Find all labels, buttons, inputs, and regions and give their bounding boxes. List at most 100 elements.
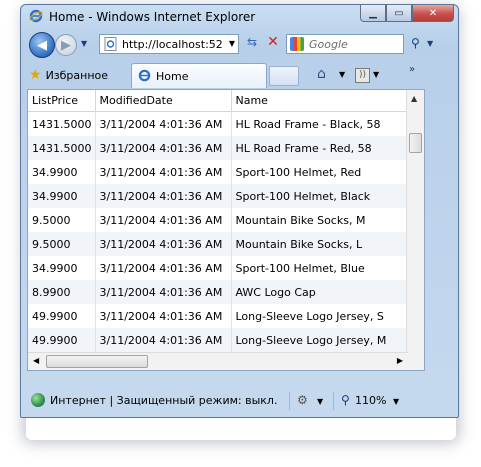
minimize-button[interactable]: ▁	[360, 5, 386, 22]
cell-modifieddate: 3/11/2004 4:01:36 AM	[95, 280, 232, 304]
tab-home[interactable]: Home	[131, 63, 267, 88]
table-row[interactable]: 8.9900 3/11/2004 4:01:36 AM AWC Logo Cap	[28, 280, 407, 304]
ie-tab-icon	[138, 69, 151, 82]
security-dropdown-icon[interactable]: ▼	[317, 397, 323, 406]
zoom-level[interactable]: 110%	[355, 394, 386, 407]
search-box[interactable]: Google	[286, 34, 404, 54]
scroll-up-icon[interactable]: ▲	[411, 94, 417, 103]
globe-icon	[31, 393, 45, 407]
table-header-row: ListPrice ModifiedDate Name	[28, 90, 407, 112]
cell-modifieddate: 3/11/2004 4:01:36 AM	[95, 256, 232, 280]
cell-listprice: 1431.5000	[28, 136, 96, 160]
favorites-label: Избранное	[45, 68, 109, 82]
page-icon	[104, 37, 117, 51]
security-icon[interactable]: ⚙	[297, 393, 308, 407]
url-text: http://localhost:528	[122, 38, 222, 51]
cell-modifieddate: 3/11/2004 4:01:36 AM	[95, 304, 232, 328]
close-button[interactable]: ✕	[412, 5, 454, 22]
search-placeholder: Google	[309, 38, 348, 51]
page-content: ListPrice ModifiedDate Name 1431.5000 3/1…	[27, 89, 425, 371]
status-bar: Интернет | Защищенный режим: выкл. ⚙ ▼ ⚲…	[21, 389, 458, 415]
vertical-scrollbar[interactable]: ▲	[406, 90, 424, 353]
scroll-left-icon[interactable]: ◀	[33, 356, 39, 365]
column-header[interactable]: ListPrice	[28, 90, 96, 112]
table-row[interactable]: 1431.5000 3/11/2004 4:01:36 AM HL Road Fra…	[28, 136, 407, 160]
scroll-right-icon[interactable]: ▶	[397, 356, 403, 365]
refresh-button[interactable]: ⇆	[242, 35, 262, 53]
cell-modifieddate: 3/11/2004 4:01:36 AM	[95, 160, 232, 184]
cell-name: AWC Logo Cap	[231, 280, 407, 304]
google-icon	[290, 37, 304, 51]
stop-icon: ✕	[267, 34, 279, 50]
back-button[interactable]: ◀	[29, 32, 55, 58]
cell-listprice: 34.9900	[28, 160, 96, 184]
search-icon[interactable]: ⚲	[411, 36, 420, 50]
rss-dropdown-icon[interactable]: ▼	[373, 70, 379, 79]
table-row[interactable]: 34.9900 3/11/2004 4:01:36 AM Sport-100 Hel…	[28, 184, 407, 208]
home-icon[interactable]: ⌂	[317, 66, 326, 82]
cell-name: Sport-100 Helmet, Blue	[231, 256, 407, 280]
cell-name: Mountain Bike Socks, L	[231, 232, 407, 256]
forward-button[interactable]: ▶	[55, 34, 77, 56]
cell-name: Sport-100 Helmet, Black	[231, 184, 407, 208]
cell-listprice: 49.9900	[28, 328, 96, 352]
cell-modifieddate: 3/11/2004 4:01:36 AM	[95, 328, 232, 352]
table-row[interactable]: 49.9900 3/11/2004 4:01:36 AM Long-Sleeve L…	[28, 328, 407, 352]
cell-name: Long-Sleeve Logo Jersey, M	[231, 328, 407, 352]
history-dropdown-icon[interactable]: ▼	[81, 39, 87, 48]
cell-modifieddate: 3/11/2004 4:01:36 AM	[95, 111, 232, 136]
window-controls: ▁ ▭ ✕	[360, 5, 454, 23]
cell-listprice: 9.5000	[28, 208, 96, 232]
tab-label: Home	[156, 70, 189, 83]
cell-name: HL Road Frame - Red, 58	[231, 136, 407, 160]
status-separator	[289, 392, 290, 410]
horizontal-scrollbar[interactable]: ◀ ▶	[28, 352, 408, 370]
rss-icon[interactable]: ))	[355, 68, 370, 83]
column-header[interactable]: ModifiedDate	[95, 90, 232, 112]
refresh-icon: ⇆	[246, 35, 258, 49]
cell-name: Mountain Bike Socks, M	[231, 208, 407, 232]
search-dropdown-icon[interactable]: ▼	[427, 39, 433, 48]
tab-bar: ★ Избранное Home ⌂ ▼ )) ▼ »	[21, 61, 458, 89]
cell-listprice: 34.9900	[28, 184, 96, 208]
table-row[interactable]: 9.5000 3/11/2004 4:01:36 AM Mountain Bike …	[28, 232, 407, 256]
ie-logo-icon	[29, 9, 43, 23]
scrollbar-corner	[407, 353, 424, 370]
favorites-button[interactable]: ★ Избранное	[25, 64, 112, 86]
cell-modifieddate: 3/11/2004 4:01:36 AM	[95, 136, 232, 160]
column-header[interactable]: Name	[231, 90, 407, 112]
back-icon: ◀	[37, 37, 47, 53]
new-tab-button[interactable]	[269, 66, 299, 86]
status-text: Интернет | Защищенный режим: выкл.	[50, 394, 278, 407]
cell-name: Long-Sleeve Logo Jersey, S	[231, 304, 407, 328]
more-tools-icon[interactable]: »	[409, 64, 415, 75]
stop-button[interactable]: ✕	[264, 34, 282, 52]
address-bar[interactable]: http://localhost:528 ▼	[99, 34, 239, 54]
table-row[interactable]: 1431.5000 3/11/2004 4:01:36 AM HL Road Fra…	[28, 111, 407, 136]
cell-listprice: 49.9900	[28, 304, 96, 328]
cell-name: HL Road Frame - Black, 58	[231, 111, 407, 136]
data-grid: ListPrice ModifiedDate Name 1431.5000 3/1…	[28, 90, 407, 352]
cell-modifieddate: 3/11/2004 4:01:36 AM	[95, 184, 232, 208]
table-row[interactable]: 49.9900 3/11/2004 4:01:36 AM Long-Sleeve L…	[28, 304, 407, 328]
cell-modifieddate: 3/11/2004 4:01:36 AM	[95, 208, 232, 232]
navigation-bar: ◀ ▶ ▼ http://localhost:528 ▼ ⇆ ✕ Google …	[21, 29, 458, 61]
address-dropdown-icon[interactable]: ▼	[229, 39, 235, 48]
zoom-dropdown-icon[interactable]: ▼	[393, 397, 399, 406]
cell-listprice: 9.5000	[28, 232, 96, 256]
vertical-scroll-thumb[interactable]	[409, 133, 422, 153]
zoom-icon[interactable]: ⚲	[341, 393, 350, 407]
maximize-button[interactable]: ▭	[386, 5, 412, 22]
title-bar[interactable]: Home - Windows Internet Explorer ▁ ▭ ✕	[21, 5, 458, 29]
browser-window: Home - Windows Internet Explorer ▁ ▭ ✕ ◀…	[20, 4, 459, 418]
horizontal-scroll-thumb[interactable]	[46, 355, 148, 368]
cell-listprice: 8.9900	[28, 280, 96, 304]
star-icon: ★	[29, 67, 42, 83]
home-dropdown-icon[interactable]: ▼	[339, 70, 345, 79]
forward-icon: ▶	[61, 37, 71, 53]
table-row[interactable]: 9.5000 3/11/2004 4:01:36 AM Mountain Bike …	[28, 208, 407, 232]
cell-listprice: 1431.5000	[28, 111, 96, 136]
table-row[interactable]: 34.9900 3/11/2004 4:01:36 AM Sport-100 Hel…	[28, 160, 407, 184]
cell-modifieddate: 3/11/2004 4:01:36 AM	[95, 232, 232, 256]
table-row[interactable]: 34.9900 3/11/2004 4:01:36 AM Sport-100 Hel…	[28, 256, 407, 280]
